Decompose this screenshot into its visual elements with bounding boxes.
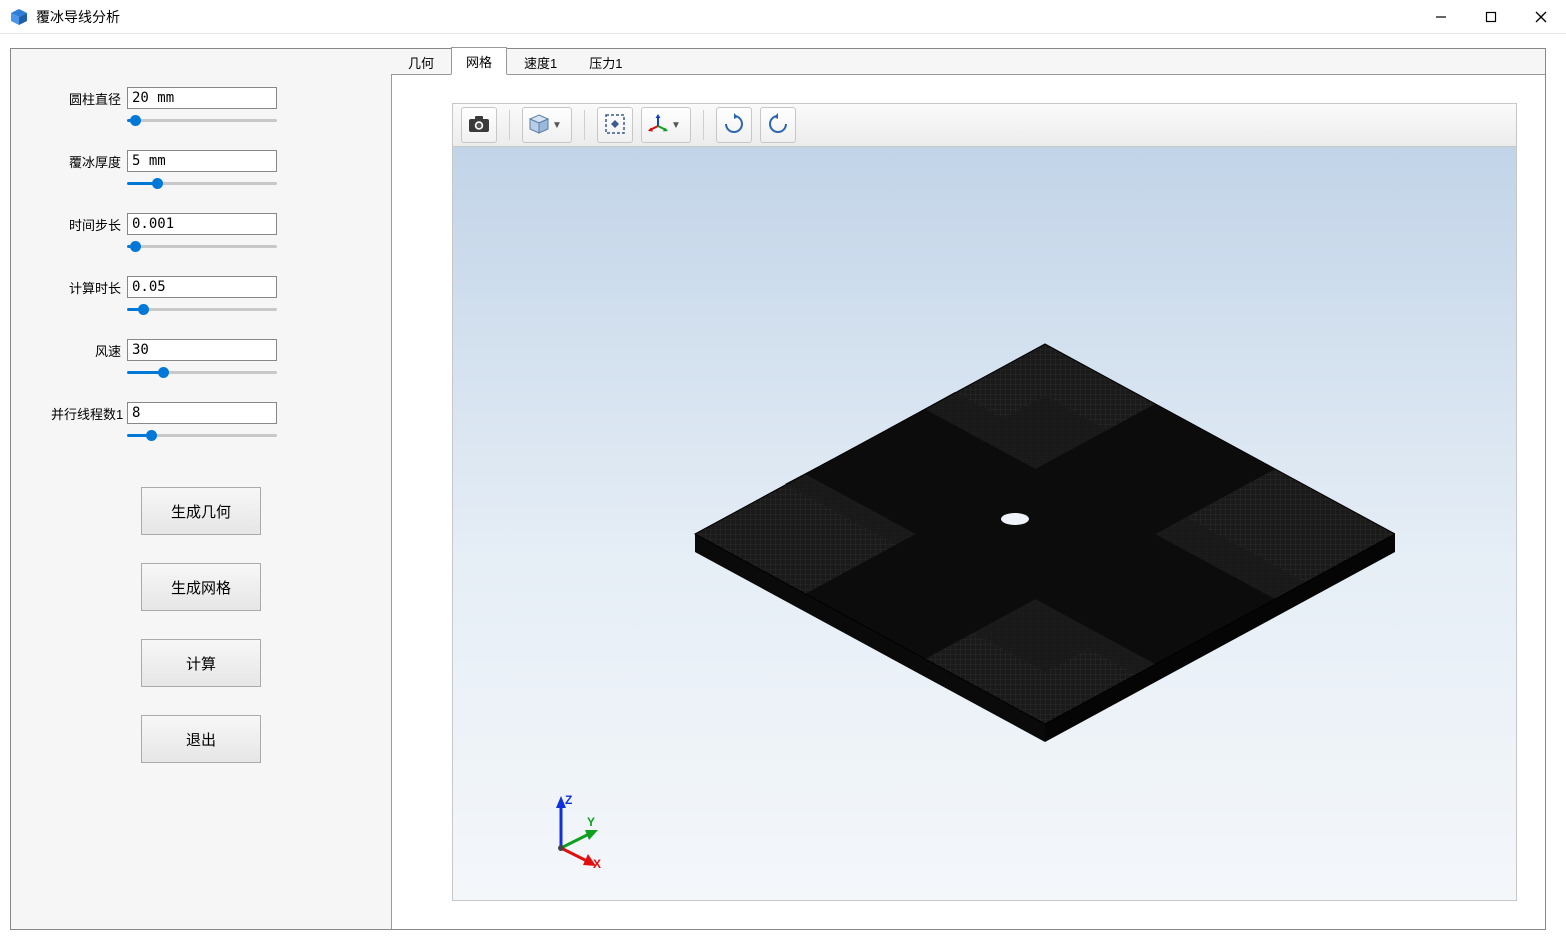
ice-slider[interactable] (127, 174, 277, 192)
param-threads: 并行线程数1 (51, 402, 351, 424)
fit-icon (604, 113, 626, 138)
cube-icon (528, 113, 550, 138)
minimize-button[interactable] (1416, 0, 1466, 34)
generate-geometry-button[interactable]: 生成几何 (141, 487, 261, 535)
content-area: 圆柱直径 覆冰厚度 时间步长 计算时长 (0, 34, 1566, 950)
tab-mesh[interactable]: 网格 (451, 47, 507, 75)
sidebar: 圆柱直径 覆冰厚度 时间步长 计算时长 (11, 49, 391, 929)
diameter-input[interactable] (127, 87, 277, 109)
axes-triad-button[interactable]: ▼ (641, 107, 691, 143)
app-window: 覆冰导线分析 圆柱直径 覆冰厚度 (0, 0, 1566, 950)
toolbar-separator (584, 110, 585, 140)
titlebar: 覆冰导线分析 (0, 0, 1566, 34)
diameter-slider[interactable] (127, 111, 277, 129)
param-windspeed: 风速 (51, 339, 351, 361)
param-timestep: 时间步长 (51, 213, 351, 235)
timestep-input[interactable] (127, 213, 277, 235)
mesh-render (575, 264, 1395, 784)
param-label: 覆冰厚度 (51, 152, 121, 171)
axes-icon (647, 113, 669, 138)
window-title: 覆冰导线分析 (36, 7, 120, 27)
rotate-ccw-button[interactable] (760, 107, 796, 143)
main-area: 几何 网格 速度1 压力1 (391, 49, 1545, 929)
rotate-ccw-icon (767, 113, 789, 138)
param-diameter: 圆柱直径 (51, 87, 351, 109)
3d-viewport[interactable]: Z Y X (452, 147, 1517, 901)
windspeed-slider[interactable] (127, 363, 277, 381)
rotate-cw-button[interactable] (716, 107, 752, 143)
toolbar-separator (509, 110, 510, 140)
timestep-slider[interactable] (127, 237, 277, 255)
axis-x-label: X (593, 857, 601, 870)
orientation-triad: Z Y X (533, 790, 613, 870)
action-buttons: 生成几何 生成网格 计算 退出 (51, 487, 351, 763)
ice-input[interactable] (127, 150, 277, 172)
camera-icon (468, 115, 490, 136)
duration-input[interactable] (127, 276, 277, 298)
tab-panel-mesh: ▼ (391, 75, 1545, 929)
close-button[interactable] (1516, 0, 1566, 34)
view-cube-button[interactable]: ▼ (522, 107, 572, 143)
screenshot-button[interactable] (461, 107, 497, 143)
rotate-cw-icon (723, 113, 745, 138)
threads-input[interactable] (127, 402, 277, 424)
app-icon (10, 8, 28, 26)
param-label: 时间步长 (51, 215, 121, 234)
windspeed-input[interactable] (127, 339, 277, 361)
chevron-down-icon: ▼ (552, 120, 562, 131)
param-label: 风速 (51, 341, 121, 360)
param-ice: 覆冰厚度 (51, 150, 351, 172)
param-duration: 计算时长 (51, 276, 351, 298)
axis-y-label: Y (587, 815, 595, 829)
fit-view-button[interactable] (597, 107, 633, 143)
tab-geometry[interactable]: 几何 (393, 48, 449, 75)
viewport-toolbar: ▼ (452, 103, 1517, 147)
compute-button[interactable]: 计算 (141, 639, 261, 687)
inner-frame: 圆柱直径 覆冰厚度 时间步长 计算时长 (10, 48, 1546, 930)
exit-button[interactable]: 退出 (141, 715, 261, 763)
axis-z-label: Z (565, 793, 572, 807)
tab-pressure[interactable]: 压力1 (574, 48, 637, 75)
toolbar-separator (703, 110, 704, 140)
chevron-down-icon: ▼ (671, 120, 681, 131)
param-label: 并行线程数1 (51, 404, 121, 423)
maximize-button[interactable] (1466, 0, 1516, 34)
tab-bar: 几何 网格 速度1 压力1 (391, 49, 1545, 75)
tab-velocity[interactable]: 速度1 (509, 48, 572, 75)
generate-mesh-button[interactable]: 生成网格 (141, 563, 261, 611)
param-label: 圆柱直径 (51, 89, 121, 108)
threads-slider[interactable] (127, 426, 277, 444)
duration-slider[interactable] (127, 300, 277, 318)
param-label: 计算时长 (51, 278, 121, 297)
